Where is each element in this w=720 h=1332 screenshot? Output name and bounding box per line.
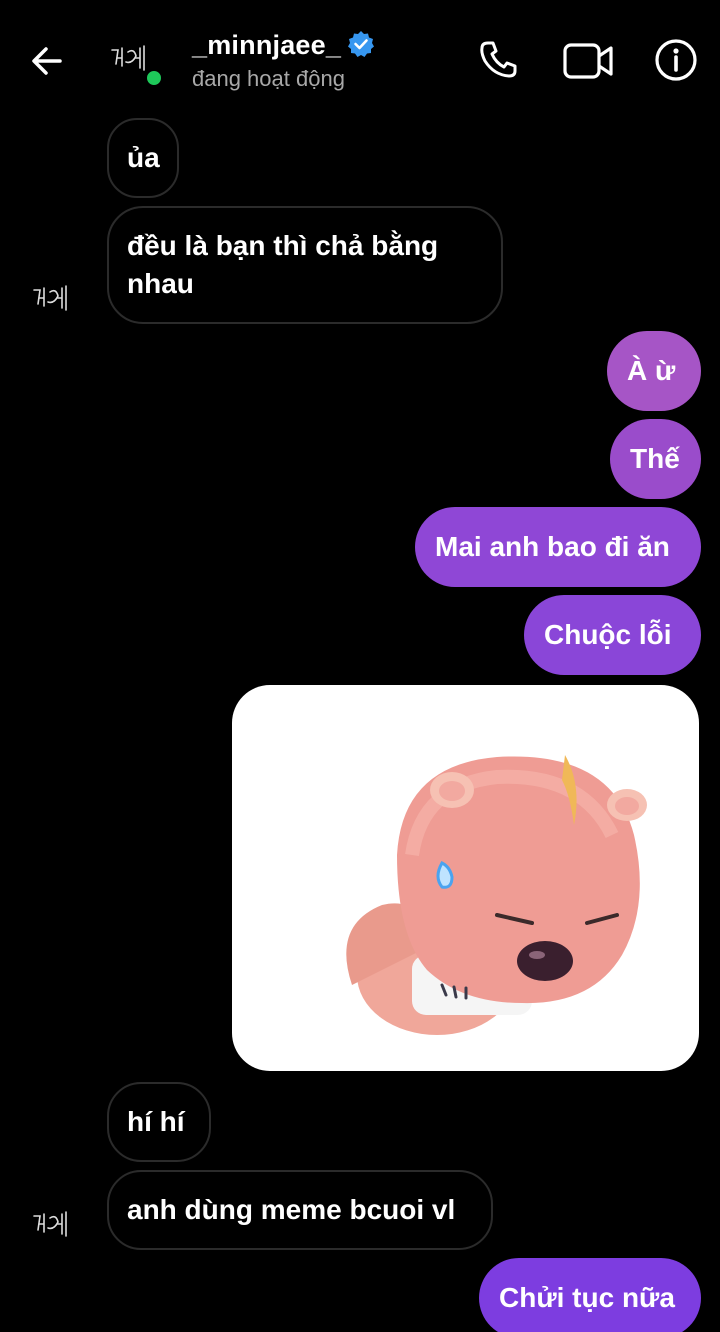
- pink-beaver-sticker-icon: [346, 755, 647, 1035]
- message-text: anh dùng meme bcuoi vl: [127, 1194, 456, 1225]
- info-icon[interactable]: [654, 38, 698, 82]
- message-incoming[interactable]: ủa: [107, 118, 179, 198]
- message-outgoing[interactable]: Mai anh bao đi ăn: [415, 507, 701, 587]
- message-text: ủa: [127, 142, 160, 173]
- video-call-icon[interactable]: [562, 40, 614, 82]
- message-outgoing[interactable]: Thế: [610, 419, 701, 499]
- online-status-dot: [144, 68, 164, 88]
- username[interactable]: _minnjaee_: [192, 30, 341, 61]
- activity-status: đang hoạt động: [192, 66, 345, 91]
- message-outgoing[interactable]: À ừ: [607, 331, 701, 411]
- sticker-message[interactable]: [232, 685, 699, 1071]
- message-text: hí hí: [127, 1106, 185, 1137]
- sender-avatar[interactable]: [30, 282, 86, 316]
- message-text: Chuộc lỗi: [544, 619, 672, 650]
- message-text: Mai anh bao đi ăn: [435, 531, 670, 562]
- message-incoming[interactable]: anh dùng meme bcuoi vl: [107, 1170, 493, 1250]
- chat-header: 민재 _minnjaee_ đang hoạt động: [0, 0, 720, 118]
- back-arrow-icon[interactable]: [26, 40, 68, 82]
- phone-call-icon[interactable]: [476, 38, 520, 82]
- message-text: đều là bạn thì chả bằng nhau: [127, 230, 439, 299]
- message-text: Thế: [630, 443, 680, 474]
- sender-avatar[interactable]: [30, 1208, 86, 1242]
- message-outgoing[interactable]: Chửi tục nữa: [479, 1258, 701, 1332]
- message-incoming[interactable]: hí hí: [107, 1082, 211, 1162]
- message-text: À ừ: [627, 355, 676, 386]
- verified-badge-icon: [348, 31, 374, 57]
- message-outgoing[interactable]: Chuộc lỗi: [524, 595, 701, 675]
- message-text: Chửi tục nữa: [499, 1282, 675, 1313]
- message-incoming[interactable]: đều là bạn thì chả bằng nhau: [107, 206, 503, 324]
